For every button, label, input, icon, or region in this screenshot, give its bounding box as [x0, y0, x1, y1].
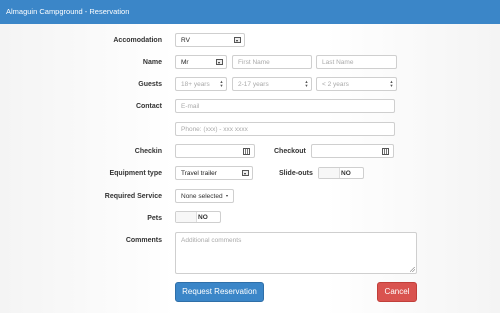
slideouts-value: NO — [341, 169, 351, 177]
toggle-knob — [176, 212, 197, 222]
email-placeholder: E-mail — [181, 103, 200, 110]
spinner-arrows-icon[interactable]: ▲ ▼ — [389, 80, 394, 88]
equipment-select[interactable]: Travel trailer — [175, 166, 253, 180]
equipment-label: Equipment type — [109, 170, 162, 177]
pets-toggle[interactable]: NO — [175, 211, 221, 223]
name-title-value: Mr — [181, 59, 189, 66]
chevron-down-icon — [234, 37, 241, 43]
accommodation-value: RV — [181, 37, 190, 44]
adults-placeholder: 18+ years — [181, 81, 210, 88]
infants-input[interactable]: < 2 years ▲ ▼ — [316, 77, 397, 91]
last-name-placeholder: Last Name — [322, 59, 354, 66]
service-value: None selected — [181, 193, 223, 200]
accommodation-label: Accomodation — [113, 37, 162, 44]
cancel-button[interactable]: Cancel — [377, 282, 417, 302]
title-bar: Almaguin Campground - Reservation — [0, 0, 500, 24]
equipment-value: Travel trailer — [181, 170, 217, 177]
checkout-label: Checkout — [274, 148, 306, 155]
comments-textarea[interactable]: Additional comments — [175, 232, 417, 274]
pets-value: NO — [198, 213, 208, 221]
checkin-date-input[interactable] — [175, 144, 255, 158]
spinner-arrows-icon[interactable]: ▲ ▼ — [304, 80, 309, 88]
phone-field[interactable]: Phone: (xxx) - xxx xxxx — [175, 122, 395, 136]
name-title-select[interactable]: Mr — [175, 55, 227, 69]
guests-label: Guests — [138, 81, 162, 88]
chevron-down-icon — [242, 170, 249, 176]
chevron-down-icon — [216, 59, 223, 65]
comments-placeholder: Additional comments — [181, 237, 242, 244]
toggle-knob — [319, 168, 340, 178]
children-input[interactable]: 2-17 years ▲ ▼ — [232, 77, 312, 91]
request-reservation-button[interactable]: Request Reservation — [175, 282, 264, 302]
pets-label: Pets — [147, 215, 162, 222]
last-name-input[interactable]: Last Name — [316, 55, 397, 69]
calendar-icon[interactable] — [382, 148, 389, 155]
first-name-input[interactable]: First Name — [232, 55, 312, 69]
slideouts-toggle[interactable]: NO — [318, 167, 364, 179]
spinner-arrows-icon[interactable]: ▲ ▼ — [219, 80, 224, 88]
caret-down-icon — [225, 195, 228, 198]
comments-label: Comments — [125, 237, 162, 244]
resize-grip-icon[interactable] — [410, 267, 415, 272]
name-label: Name — [142, 59, 162, 66]
checkout-date-input[interactable] — [311, 144, 394, 158]
service-multiselect[interactable]: None selected — [175, 189, 234, 203]
calendar-icon[interactable] — [243, 148, 250, 155]
window-title: Almaguin Campground - Reservation — [6, 7, 130, 16]
children-placeholder: 2-17 years — [238, 81, 269, 88]
phone-placeholder: Phone: (xxx) - xxx xxxx — [181, 126, 248, 133]
first-name-placeholder: First Name — [238, 59, 270, 66]
accommodation-select[interactable]: RV — [175, 33, 245, 47]
email-field[interactable]: E-mail — [175, 99, 395, 113]
infants-placeholder: < 2 years — [322, 81, 349, 88]
service-label: Required Service — [104, 193, 162, 200]
slideouts-label: Slide-outs — [279, 170, 313, 177]
checkin-label: Checkin — [134, 148, 162, 155]
adults-input[interactable]: 18+ years ▲ ▼ — [175, 77, 227, 91]
contact-label: Contact — [135, 103, 162, 110]
